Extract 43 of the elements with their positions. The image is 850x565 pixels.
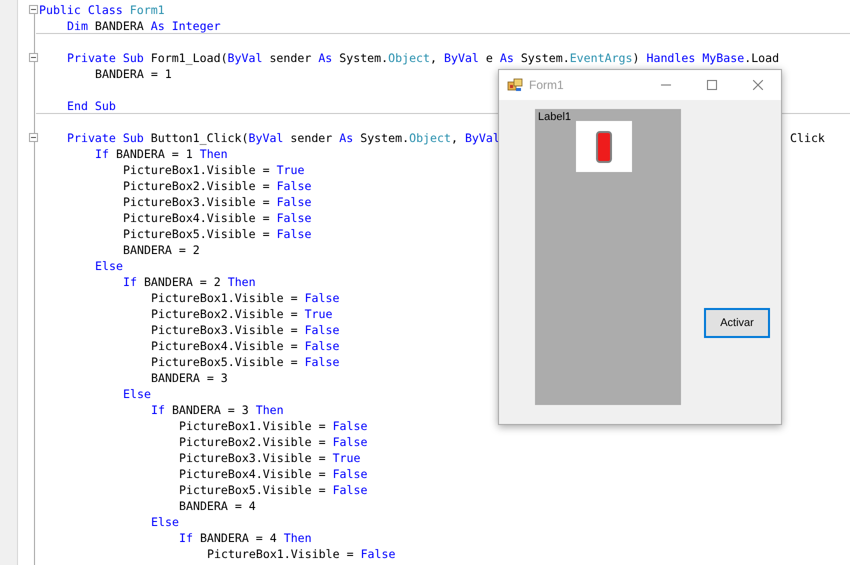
label-text: Label1 [538, 111, 572, 123]
code-line: Private Sub Button1_Click(ByVal sender As System.Object, ByVal [67, 130, 500, 146]
code-line: PictureBox1.Visible = False [207, 546, 396, 562]
rounded-bar-icon [596, 130, 612, 162]
code-line: PictureBox5.Visible = False [151, 354, 340, 370]
maximize-icon [707, 80, 717, 90]
code-line: Private Sub Form1_Load(ByVal sender As System.Object, ByVal e As System.EventArgs) Handles MyBase.Load [67, 50, 780, 66]
app-icon [507, 77, 523, 93]
code-line: BANDERA = 2 [123, 242, 200, 258]
code-line: If BANDERA = 1 Then [95, 146, 228, 162]
code-line: PictureBox1.Visible = True [123, 162, 304, 178]
code-line: Dim BANDERA As Integer [67, 18, 221, 34]
code-line: Else [151, 514, 179, 530]
code-line: Else [95, 258, 123, 274]
code-line: Public Class Form1 [39, 2, 165, 18]
code-line: PictureBox2.Visible = False [179, 434, 368, 450]
code-text: Click [790, 130, 825, 146]
code-line: PictureBox1.Visible = False [179, 418, 368, 434]
code-line: If BANDERA = 4 Then [179, 530, 312, 546]
code-line: PictureBox4.Visible = False [123, 210, 312, 226]
code-line: BANDERA = 1 [95, 66, 172, 82]
code-line: PictureBox1.Visible = False [151, 290, 340, 306]
code-line: BANDERA = 3 [151, 370, 228, 386]
collapse-icon[interactable] [29, 53, 38, 62]
code-line: If BANDERA = 3 Then [151, 402, 284, 418]
code-line: PictureBox5.Visible = False [179, 482, 368, 498]
code-line: PictureBox5.Visible = False [123, 226, 312, 242]
window-title: Form1 [529, 78, 565, 92]
code-line: PictureBox3.Visible = False [151, 322, 340, 338]
code-line: PictureBox4.Visible = False [179, 466, 368, 482]
code-line: PictureBox2.Visible = False [123, 178, 312, 194]
close-icon [753, 80, 763, 90]
code-line: PictureBox2.Visible = True [151, 306, 332, 322]
code-line: End Sub [67, 98, 116, 114]
collapse-icon[interactable] [29, 5, 38, 14]
code-line: PictureBox3.Visible = True [179, 450, 360, 466]
action-button[interactable]: Activar [704, 308, 770, 338]
code-line: If BANDERA = 2 Then [123, 274, 256, 290]
code-line: Else [123, 386, 151, 402]
code-line: PictureBox4.Visible = False [151, 338, 340, 354]
code-line: BANDERA = 4 [179, 498, 256, 514]
code-line: PictureBox3.Visible = False [123, 194, 312, 210]
collapse-icon[interactable] [29, 133, 38, 142]
